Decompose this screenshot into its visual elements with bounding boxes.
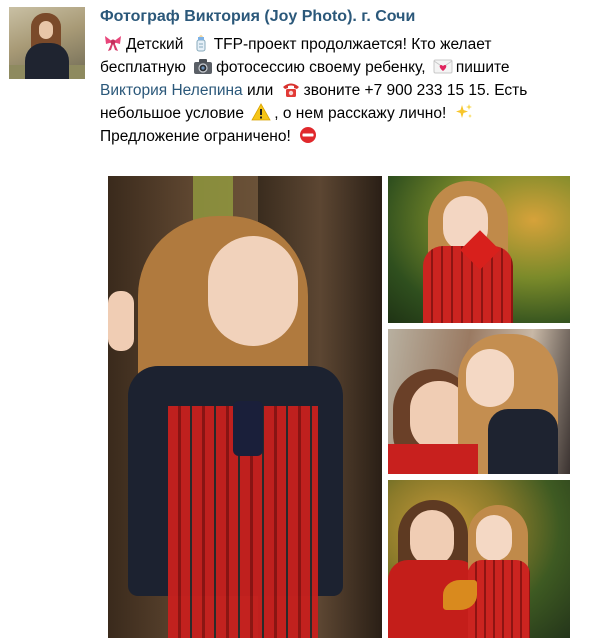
- text-segment: бесплатную: [100, 59, 186, 76]
- warning-icon: [251, 103, 271, 121]
- photo-girl-with-leaf[interactable]: [388, 176, 570, 323]
- daughter-jacket: [488, 409, 558, 474]
- mother-coat: [388, 444, 478, 474]
- text-segment: фотосессию своему ребенку,: [216, 59, 426, 76]
- love-letter-icon: [433, 57, 453, 75]
- girl-bow: [233, 401, 263, 456]
- mother-face: [410, 510, 454, 566]
- text-segment: пишите: [455, 59, 510, 76]
- photo-gallery: [108, 176, 570, 638]
- no-entry-icon: [298, 126, 318, 144]
- post: Фотограф Виктория (Joy Photo). г. Сочи Д…: [100, 6, 600, 148]
- text-segment: , о нем расскажу лично!: [274, 105, 447, 122]
- post-text: Детский TFP-проект продолжается! Кто жел…: [100, 33, 600, 148]
- camera-icon: [193, 57, 213, 75]
- telephone-icon: [281, 80, 301, 98]
- avatar-body: [25, 43, 69, 79]
- author-name-link[interactable]: Фотограф Виктория (Joy Photo). г. Сочи: [100, 6, 600, 28]
- photo-mother-daughter-park[interactable]: [388, 480, 570, 638]
- daughter-dress: [468, 560, 530, 638]
- avatar-face: [39, 21, 53, 39]
- girl-face: [208, 236, 298, 346]
- text-segment: звоните +7 900 233 15 15. Есть: [303, 82, 528, 99]
- daughter-face: [466, 349, 514, 407]
- text-segment: Детский: [126, 36, 184, 53]
- author-avatar[interactable]: [9, 7, 85, 79]
- text-segment: Предложение ограничено!: [100, 128, 291, 145]
- sparkles-icon: [454, 103, 474, 121]
- baby-bottle-icon: [191, 34, 211, 52]
- mention-link[interactable]: Виктория Нелепина: [100, 82, 243, 99]
- ribbon-icon: [103, 34, 123, 52]
- autumn-leaves: [443, 580, 477, 610]
- text-segment: или: [246, 82, 274, 99]
- photo-mother-daughter-hug[interactable]: [388, 329, 570, 474]
- text-segment: TFP-проект продолжается! Кто желает: [213, 36, 492, 53]
- photo-girl-by-tree[interactable]: [108, 176, 382, 638]
- text-segment: небольшое условие: [100, 105, 244, 122]
- girl-hand: [108, 291, 134, 351]
- daughter-face: [476, 515, 512, 561]
